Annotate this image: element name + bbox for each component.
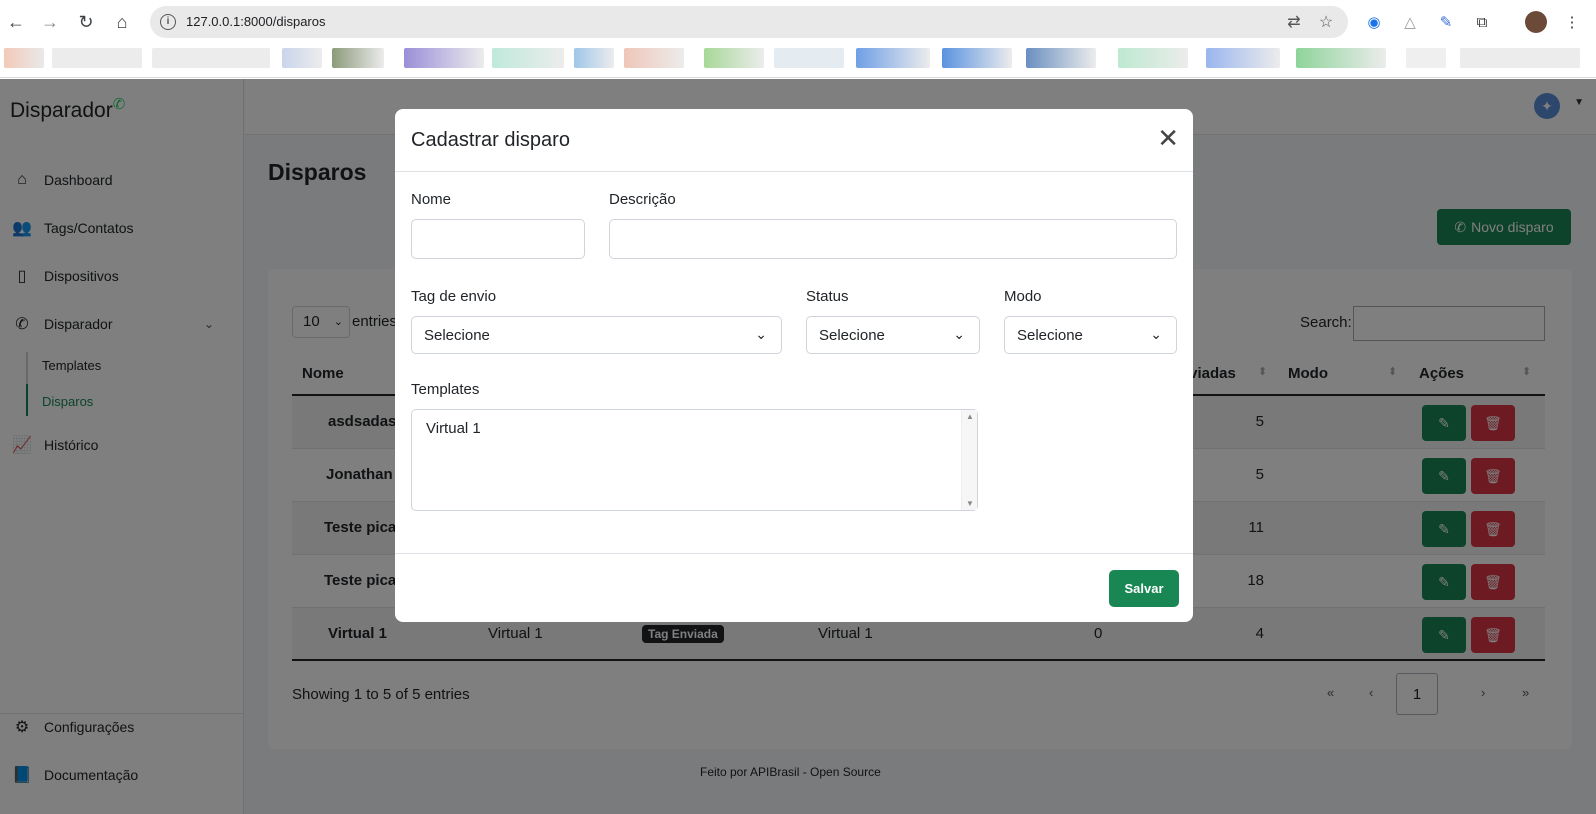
bookmark-item[interactable] bbox=[1206, 48, 1280, 68]
modal-header-divider bbox=[395, 171, 1193, 172]
address-bar[interactable]: i 127.0.0.1:8000/disparos ⇄ ☆ bbox=[150, 6, 1348, 38]
site-info-icon[interactable]: i bbox=[160, 14, 176, 30]
bookmark-item[interactable] bbox=[152, 48, 270, 68]
translate-icon[interactable]: ⇄ bbox=[1284, 12, 1304, 32]
nome-label: Nome bbox=[411, 191, 452, 208]
bookmark-star-icon[interactable]: ☆ bbox=[1316, 12, 1336, 32]
bookmark-item[interactable] bbox=[574, 48, 614, 68]
bookmark-item[interactable] bbox=[1026, 48, 1096, 68]
browser-toolbar: ← → ↻ ⌂ i 127.0.0.1:8000/disparos ⇄ ☆ ◉ … bbox=[0, 0, 1596, 44]
forward-icon[interactable]: → bbox=[38, 10, 62, 34]
bookmark-item[interactable] bbox=[282, 48, 322, 68]
url-text[interactable]: 127.0.0.1:8000/disparos bbox=[186, 14, 326, 29]
status-value: Selecione bbox=[819, 327, 885, 344]
bookmark-item[interactable] bbox=[1460, 48, 1580, 68]
bookmark-item[interactable] bbox=[1118, 48, 1188, 68]
scroll-up-icon[interactable]: ▲ bbox=[966, 412, 974, 421]
bookmark-item[interactable] bbox=[856, 48, 930, 68]
reload-icon[interactable]: ↻ bbox=[74, 10, 98, 34]
scroll-down-icon[interactable]: ▼ bbox=[966, 499, 974, 508]
tag-envio-select[interactable]: Selecione ⌄ bbox=[411, 316, 782, 354]
extension-icon[interactable]: △ bbox=[1400, 12, 1420, 32]
templates-option[interactable]: Virtual 1 bbox=[426, 420, 481, 437]
save-button[interactable]: Salvar bbox=[1109, 570, 1179, 607]
descricao-label: Descrição bbox=[609, 191, 676, 208]
extensions-puzzle-icon[interactable]: ⧉ bbox=[1472, 12, 1492, 32]
bookmark-item[interactable] bbox=[704, 48, 764, 68]
bookmark-item[interactable] bbox=[332, 48, 384, 68]
menu-kebab-icon[interactable]: ⋮ bbox=[1562, 12, 1582, 32]
bookmark-item[interactable] bbox=[492, 48, 564, 68]
status-label: Status bbox=[806, 288, 849, 305]
cadastrar-disparo-modal: Cadastrar disparo ✕ Nome Descrição Tag d… bbox=[395, 109, 1193, 622]
extension-icon[interactable]: ◉ bbox=[1364, 12, 1384, 32]
chevron-down-icon: ⌄ bbox=[755, 326, 767, 342]
descricao-input[interactable] bbox=[609, 219, 1177, 259]
bookmark-item[interactable] bbox=[624, 48, 684, 68]
bookmark-item[interactable] bbox=[52, 48, 142, 68]
bookmark-item[interactable] bbox=[774, 48, 844, 68]
chevron-down-icon: ⌄ bbox=[953, 326, 965, 342]
back-icon[interactable]: ← bbox=[4, 10, 28, 34]
bookmark-item[interactable] bbox=[1296, 48, 1386, 68]
bookmark-item[interactable] bbox=[404, 48, 484, 68]
bookmark-item[interactable] bbox=[1406, 48, 1446, 68]
close-icon[interactable]: ✕ bbox=[1157, 125, 1179, 151]
templates-multiselect[interactable]: Virtual 1 ▲ ▼ bbox=[411, 409, 978, 511]
bookmark-item[interactable] bbox=[942, 48, 1012, 68]
modo-value: Selecione bbox=[1017, 327, 1083, 344]
chevron-down-icon: ⌄ bbox=[1150, 326, 1162, 342]
extension-icon[interactable]: ✎ bbox=[1436, 12, 1456, 32]
profile-avatar[interactable] bbox=[1525, 11, 1547, 33]
status-select[interactable]: Selecione ⌄ bbox=[806, 316, 980, 354]
modal-title: Cadastrar disparo bbox=[411, 129, 570, 151]
bookmark-item[interactable] bbox=[4, 48, 44, 68]
tag-envio-label: Tag de envio bbox=[411, 288, 497, 305]
scrollbar[interactable]: ▲ ▼ bbox=[961, 410, 977, 510]
templates-label: Templates bbox=[411, 381, 480, 398]
tag-envio-value: Selecione bbox=[424, 327, 490, 344]
nome-input[interactable] bbox=[411, 219, 585, 259]
modo-select[interactable]: Selecione ⌄ bbox=[1004, 316, 1177, 354]
home-icon[interactable]: ⌂ bbox=[110, 10, 134, 34]
modal-footer-divider bbox=[395, 553, 1193, 554]
modo-label: Modo bbox=[1004, 288, 1042, 305]
